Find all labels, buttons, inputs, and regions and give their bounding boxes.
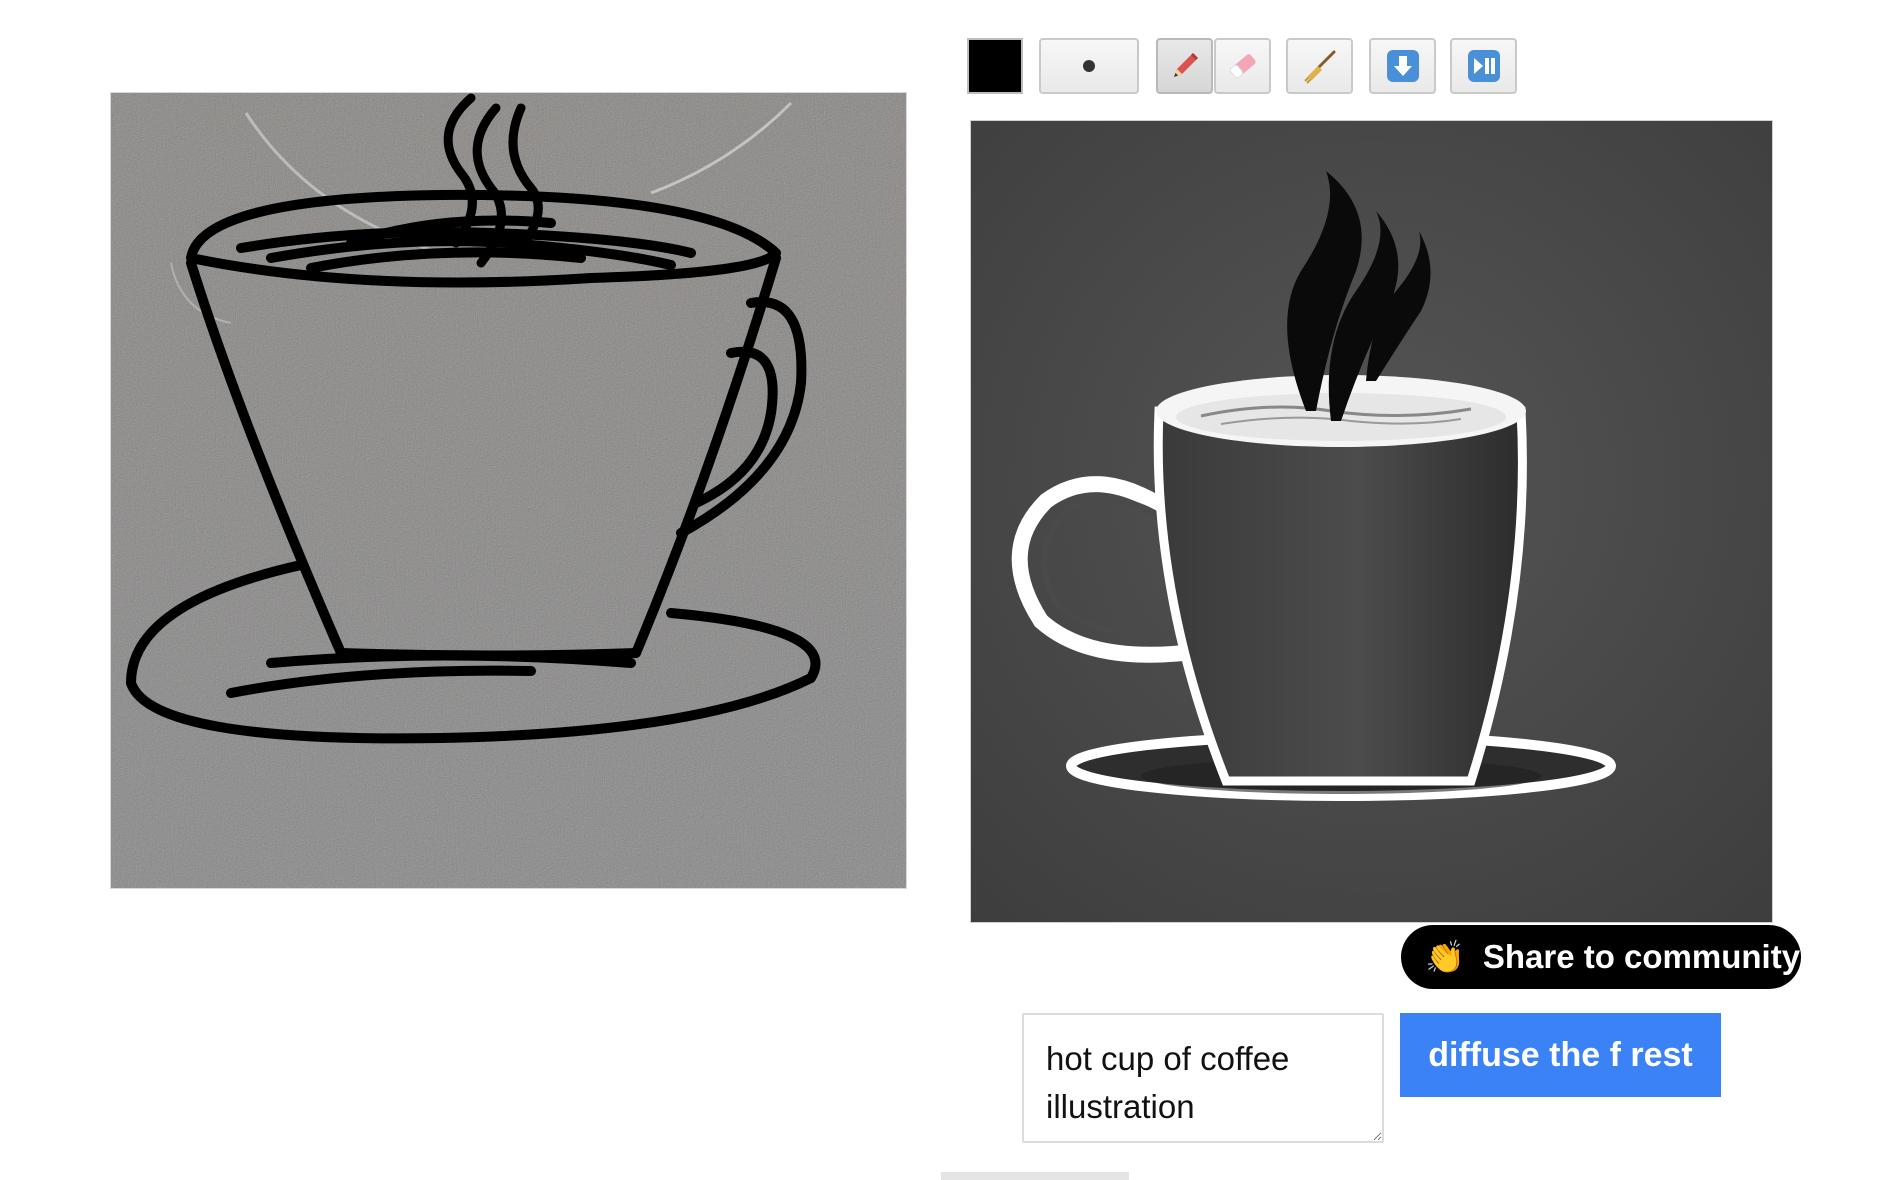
eraser-icon bbox=[1229, 54, 1256, 79]
share-button-label: Share to community bbox=[1482, 938, 1801, 975]
download-icon bbox=[1386, 50, 1419, 82]
dot-icon bbox=[1083, 60, 1095, 72]
share-to-community-button[interactable]: 👏 Share to community bbox=[1401, 925, 1801, 989]
color-swatch[interactable] bbox=[967, 38, 1023, 94]
download-button[interactable] bbox=[1369, 38, 1436, 94]
bottom-scroll-hint bbox=[941, 1172, 1129, 1180]
diffuse-button[interactable]: diffuse the f rest bbox=[1400, 1013, 1721, 1097]
brush-size-button[interactable] bbox=[1039, 38, 1139, 94]
prompt-input[interactable]: hot cup of coffee illustration bbox=[1022, 1013, 1384, 1143]
diffuse-button-label: diffuse the f rest bbox=[1428, 1035, 1693, 1074]
sketch-canvas[interactable] bbox=[110, 92, 907, 889]
generated-image bbox=[970, 120, 1773, 923]
play-pause-button[interactable] bbox=[1450, 38, 1517, 94]
eraser-tool-button[interactable] bbox=[1214, 38, 1271, 94]
play-pause-icon bbox=[1467, 50, 1500, 82]
clapping-hands-icon: 👏 bbox=[1425, 939, 1465, 975]
pencil-icon bbox=[1173, 53, 1198, 77]
clear-tool-button[interactable] bbox=[1286, 38, 1353, 94]
broom-icon bbox=[1303, 50, 1335, 84]
pencil-tool-button[interactable] bbox=[1156, 38, 1213, 94]
sketch-drawing bbox=[111, 93, 906, 888]
coffee-cup-illustration bbox=[971, 121, 1772, 922]
